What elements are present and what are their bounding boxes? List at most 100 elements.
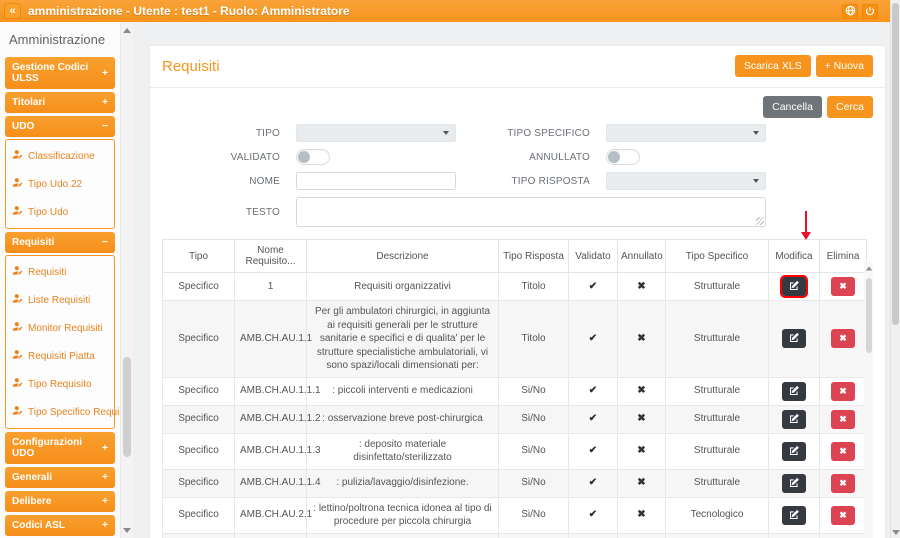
testo-textarea[interactable] xyxy=(296,197,766,227)
cell-validato: ✔ xyxy=(568,404,618,434)
delete-x-icon: ✖ xyxy=(839,333,847,344)
delete-button[interactable]: ✖ xyxy=(831,277,855,296)
sidebar-item-gestione-codici-ulss[interactable]: Gestione Codici ULSS + xyxy=(5,57,115,89)
toggle-knob xyxy=(298,151,310,163)
cell-modifica xyxy=(768,300,820,378)
edit-button[interactable] xyxy=(782,505,806,525)
language-globe-button[interactable] xyxy=(842,3,858,19)
cell-annullato: ✖ xyxy=(617,468,666,498)
cross-icon: ✖ xyxy=(637,413,646,425)
sidebar-item-generali[interactable]: Generali + xyxy=(5,467,115,488)
clear-button[interactable]: Cancella xyxy=(763,96,822,118)
user-icon xyxy=(12,205,23,219)
panel-header: Requisiti Scarica XLS + Nuova xyxy=(150,46,885,88)
edit-button[interactable] xyxy=(782,473,806,493)
expand-plus-icon: + xyxy=(102,442,108,454)
sidebar-subitem-tipo-specifico-requisito[interactable]: Tipo Specifico Requisito xyxy=(6,398,120,426)
table-body: Specifico 1 Requisiti organizzativi Titolo ✔… xyxy=(162,272,867,538)
globe-icon xyxy=(845,4,856,19)
cell-descrizione: : pulizia/lavaggio/disinfezione. xyxy=(306,468,499,498)
cell-tipo-risposta: Si/No xyxy=(498,432,569,470)
cell-tipo-specifico: Strutturale xyxy=(665,272,769,301)
sidebar-item-delibere[interactable]: Delibere + xyxy=(5,491,115,512)
sidebar-item-configurazioni-udo[interactable]: Configurazioni UDO + xyxy=(5,432,115,464)
sidebar-subitem-requisiti[interactable]: Requisiti xyxy=(6,258,114,286)
delete-button[interactable]: ✖ xyxy=(831,409,855,429)
sidebar-subitem-liste-requisiti[interactable]: Liste Requisiti xyxy=(6,286,114,314)
cell-modifica xyxy=(768,532,820,538)
cell-validato: ✔ xyxy=(568,272,618,301)
delete-button[interactable]: ✖ xyxy=(831,441,855,461)
sidebar-section-heading: Amministrazione xyxy=(9,32,106,47)
sidebar-item-label: Delibere xyxy=(12,496,52,507)
sidebar-subitem-requisiti-piatta[interactable]: Requisiti Piatta xyxy=(6,342,114,370)
new-button[interactable]: + Nuova xyxy=(815,55,873,77)
page-scrollbar-thumb[interactable] xyxy=(892,3,899,325)
sidebar-item-label: Configurazioni UDO xyxy=(12,437,82,459)
table-scrollbar[interactable] xyxy=(864,262,873,538)
delete-button[interactable]: ✖ xyxy=(831,505,855,525)
sidebar-subitem-tipo-udo-22[interactable]: Tipo Udo 22 xyxy=(6,170,114,198)
sidebar-subitem-label: Requisiti xyxy=(28,266,67,278)
sidebar: Amministrazione Gestione Codici ULSS + Tito… xyxy=(0,22,120,538)
sidebar-subitem-tipo-udo[interactable]: Tipo Udo xyxy=(6,198,114,226)
sidebar-subitem-classificazione[interactable]: Classificazione xyxy=(6,142,114,170)
cell-modifica xyxy=(768,376,820,406)
edit-button[interactable] xyxy=(782,441,806,461)
scroll-up-icon[interactable] xyxy=(865,266,873,271)
annullato-toggle[interactable] xyxy=(606,149,640,165)
edit-button[interactable] xyxy=(782,329,806,349)
download-xls-button[interactable]: Scarica XLS xyxy=(734,55,811,77)
validato-toggle[interactable] xyxy=(296,149,330,165)
delete-x-icon: ✖ xyxy=(839,509,847,520)
resize-grip-icon[interactable] xyxy=(756,217,764,225)
logout-power-button[interactable] xyxy=(862,3,878,19)
sidebar-subitem-monitor-requisiti[interactable]: Monitor Requisiti xyxy=(6,314,114,342)
cell-modifica xyxy=(768,432,820,470)
sidebar-subitem-tipo-requisito[interactable]: Tipo Requisito xyxy=(6,370,114,398)
sidebar-submenu: Classificazione Tipo Udo 22 Tipo Udo xyxy=(5,139,115,229)
edit-button[interactable] xyxy=(782,409,806,429)
sidebar-collapse-button[interactable]: « xyxy=(4,3,21,19)
panel-header-actions: Scarica XLS + Nuova xyxy=(734,55,873,77)
cell-tipo: Specifico xyxy=(162,300,235,378)
nome-input[interactable] xyxy=(296,172,456,190)
cell-tipo-risposta: Titolo xyxy=(498,300,569,378)
column-header: Tipo xyxy=(162,239,235,273)
sidebar-item-codici-asl[interactable]: Codici ASL + xyxy=(5,515,115,536)
app-main: « amministrazione - Utente : test1 - Ruo… xyxy=(0,0,890,538)
cell-descrizione: : lampada scialitica dalle caratteritich… xyxy=(306,532,499,538)
page-scrollbar[interactable] xyxy=(890,0,900,538)
scroll-down-icon[interactable] xyxy=(123,528,131,533)
cell-tipo: Specifico xyxy=(162,496,235,534)
table-scrollbar-thumb[interactable] xyxy=(866,278,872,353)
delete-button[interactable]: ✖ xyxy=(831,473,855,493)
cell-tipo-specifico: Tecnologico xyxy=(665,496,769,534)
requisiti-table: Tipo Nome Requisito... Descrizione Tipo Ris… xyxy=(162,239,867,538)
cross-icon: ✖ xyxy=(637,333,646,344)
tipo-specifico-select[interactable] xyxy=(606,124,766,142)
tipo-select[interactable] xyxy=(296,124,456,142)
sidebar-item-requisiti[interactable]: Requisiti − xyxy=(5,232,115,253)
tipo-label: TIPO xyxy=(255,127,280,139)
sidebar-submenu: Requisiti Liste Requisiti Monitor Requisit… xyxy=(5,255,120,429)
cell-validato: ✔ xyxy=(568,468,618,498)
delete-button[interactable]: ✖ xyxy=(831,381,855,401)
expand-plus-icon: + xyxy=(102,472,108,483)
check-icon: ✔ xyxy=(588,509,598,521)
edit-button[interactable] xyxy=(780,275,808,298)
sidebar-scrollbar-thumb[interactable] xyxy=(123,357,131,457)
search-button[interactable]: Cerca xyxy=(826,96,873,118)
tipo-risposta-select[interactable] xyxy=(606,172,766,190)
testo-label: TESTO xyxy=(245,206,280,218)
cell-tipo-risposta: Si/No xyxy=(498,376,569,406)
delete-button[interactable]: ✖ xyxy=(831,329,855,349)
edit-button[interactable] xyxy=(782,381,806,401)
scroll-down-icon[interactable] xyxy=(892,530,900,535)
sidebar-item-udo[interactable]: UDO − xyxy=(5,116,115,137)
scroll-up-icon[interactable] xyxy=(123,28,131,33)
sidebar-scrollbar[interactable] xyxy=(120,22,133,538)
edit-pencil-icon xyxy=(789,508,800,523)
sidebar-item-titolari[interactable]: Titolari + xyxy=(5,92,115,113)
expand-plus-icon: + xyxy=(102,520,108,531)
